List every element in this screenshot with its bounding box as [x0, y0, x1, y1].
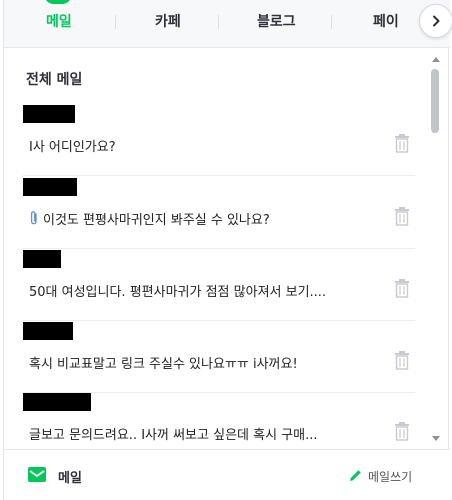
tab-cafe[interactable]: 카페	[155, 11, 181, 31]
mail-list-area: 전체 메일 I사 어디인가요? 이것도 편평사마귀인지 봐주실 수 있나요? 5…	[4, 49, 450, 449]
mail-subject[interactable]: I사 어디인가요?	[29, 136, 116, 155]
mail-subject[interactable]: 혹시 비교표말고 링크 주실수 있나요ㅠㅠ i사꺼요!	[29, 353, 298, 372]
paperclip-icon	[29, 210, 39, 230]
mail-subject[interactable]: 이것도 편평사마귀인지 봐주실 수 있나요?	[29, 209, 270, 230]
footer-mail-label: 메일	[58, 470, 82, 486]
scrollbar-thumb[interactable]	[431, 69, 439, 133]
sender-redacted	[23, 250, 61, 268]
sender-redacted	[23, 178, 77, 196]
mail-subject[interactable]: 50대 여성입니다. 평편사마귀가 점점 많아져서 보기....	[29, 281, 326, 300]
sender-redacted	[23, 105, 75, 123]
tab-mail[interactable]: 메일	[46, 11, 72, 31]
list-item[interactable]: 50대 여성입니다. 평편사마귀가 점점 많아져서 보기....	[23, 250, 415, 321]
mail-subject-text: 이것도 편평사마귀인지 봐주실 수 있나요?	[43, 213, 270, 228]
scrollbar[interactable]	[428, 49, 442, 449]
section-title: 전체 메일	[26, 72, 83, 88]
write-mail-label: 메일쓰기	[368, 470, 413, 484]
trash-icon[interactable]	[393, 206, 411, 226]
chevron-right-icon	[431, 12, 441, 31]
mail-subject[interactable]: 글보고 문의드려요.. I사꺼 써보고 싶은데 혹시 구매...	[29, 424, 318, 443]
sender-redacted	[23, 393, 91, 411]
tabs-next-button[interactable]	[419, 4, 452, 38]
active-tab-indicator	[44, 0, 72, 4]
sender-redacted	[23, 322, 73, 340]
trash-icon[interactable]	[393, 133, 411, 153]
trash-icon[interactable]	[393, 278, 411, 298]
scroll-up-arrow-icon[interactable]	[432, 57, 440, 62]
footer-bar: 메일 메일쓰기	[4, 449, 450, 500]
trash-icon[interactable]	[393, 421, 411, 441]
pencil-icon	[349, 467, 362, 486]
list-item[interactable]: 글보고 문의드려요.. I사꺼 써보고 싶은데 혹시 구매...	[23, 393, 415, 449]
tab-divider	[115, 15, 116, 29]
list-item[interactable]: 혹시 비교표말고 링크 주실수 있나요ㅠㅠ i사꺼요!	[23, 322, 415, 393]
tab-blog[interactable]: 블로그	[257, 11, 296, 31]
list-item[interactable]: I사 어디인가요?	[23, 105, 415, 176]
mail-panel: 메일 카페 블로그 페이 전체 메일 I사 어디인가요? 이것도 편평사마귀인지…	[3, 0, 450, 500]
trash-icon[interactable]	[393, 350, 411, 370]
mail-app-icon	[28, 465, 46, 487]
write-mail-button[interactable]: 메일쓰기	[349, 467, 412, 486]
service-tabs: 메일 카페 블로그 페이	[4, 0, 450, 48]
tab-divider	[331, 15, 332, 29]
footer-mail-link[interactable]: 메일	[28, 465, 82, 487]
scroll-down-arrow-icon[interactable]	[432, 436, 440, 441]
tab-divider	[218, 15, 219, 29]
tab-pay[interactable]: 페이	[373, 11, 399, 31]
list-item[interactable]: 이것도 편평사마귀인지 봐주실 수 있나요?	[23, 178, 415, 249]
